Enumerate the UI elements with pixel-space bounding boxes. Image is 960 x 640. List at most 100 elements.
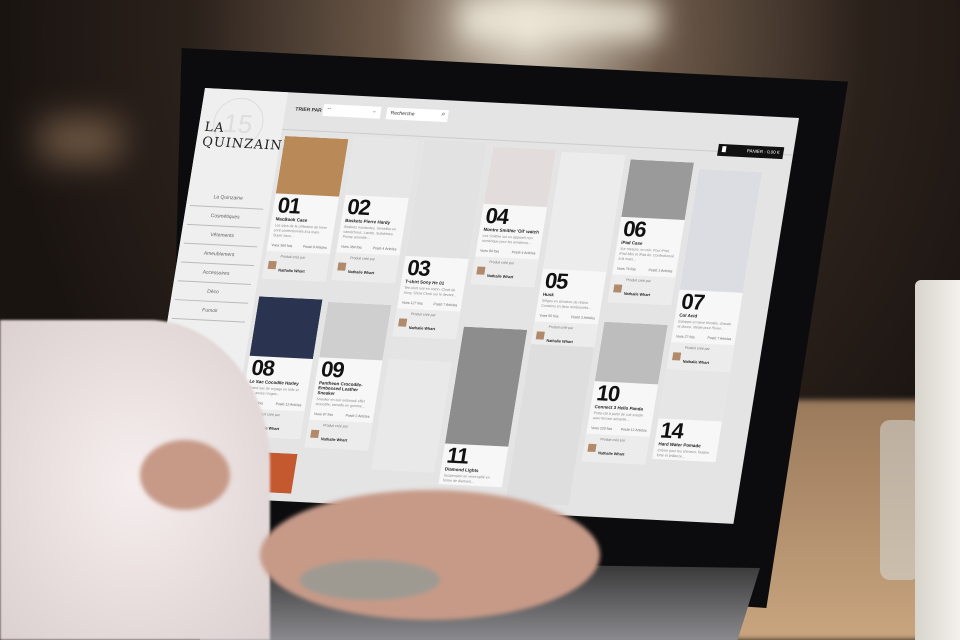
author-name[interactable]: Nathalie Whart (408, 326, 435, 331)
article-count: Posté 7 Articles (707, 335, 732, 342)
author-name[interactable]: Nathalie Whart (682, 360, 709, 365)
product-image[interactable] (405, 139, 488, 260)
author-name[interactable]: Nathalie Whart (321, 437, 348, 442)
cart-label: PANIER - 0,00 € (746, 148, 780, 155)
product-number: 10 (594, 380, 622, 407)
avatar (310, 429, 320, 439)
product-number: 11 (445, 442, 471, 469)
view-count: Vues 76 fois (616, 266, 637, 272)
sort-label: TRIER PAR : (294, 106, 326, 114)
view-count: Vues 27 fois (675, 334, 696, 340)
avatar (337, 262, 347, 271)
avatar (398, 318, 408, 327)
cart-button[interactable]: PANIER - 0,00 € (717, 143, 785, 160)
coffee-cup (915, 280, 960, 640)
product-number: 03 (405, 255, 432, 281)
author-row: Produit créé par Nathalie Whart (607, 274, 676, 306)
search-input[interactable]: Recherche ⌕ (385, 107, 449, 123)
sort-select[interactable]: -- ⌄ (322, 104, 382, 119)
product-image[interactable] (658, 368, 730, 422)
author-row: Produit créé par Nathalie Whart (331, 252, 400, 284)
product-description: Suspension en verre taillé en forme de d… (442, 473, 491, 484)
avatar (613, 284, 623, 293)
product-image[interactable] (249, 296, 323, 359)
view-count: Vues 384 fois (340, 244, 363, 250)
view-count: Vues 84 fois (479, 248, 500, 254)
created-by-label: Produit créé par (349, 256, 376, 262)
background-light (40, 120, 120, 160)
author-name[interactable]: Nathalie Whart (487, 274, 514, 279)
author-row: Produit créé par Nathalie Whart (581, 433, 650, 465)
product-number: 04 (483, 203, 511, 229)
product-number: 08 (249, 354, 276, 381)
product-image[interactable] (345, 137, 419, 199)
avatar (267, 260, 277, 270)
avatar (535, 331, 545, 340)
search-icon[interactable]: ⌕ (441, 111, 446, 119)
author-row: Produit créé par Nathalie Whart (304, 419, 373, 451)
product-description: Crème pour les cheveux, fixation forte e… (656, 448, 710, 459)
created-by-label: Produit créé par (488, 260, 515, 266)
sort-value: -- (326, 106, 332, 113)
bag-icon (721, 146, 727, 153)
product-image[interactable] (444, 326, 528, 447)
avatar (587, 443, 597, 453)
product-number: 14 (658, 417, 686, 444)
product-image[interactable] (543, 151, 626, 272)
hand (260, 490, 600, 620)
article-count: Posté 12 Articles (620, 427, 647, 433)
sidebar-item[interactable]: Fumoir (171, 300, 248, 323)
view-count: Vues 67 fois (313, 411, 334, 417)
product-number: 01 (275, 192, 303, 219)
product-card[interactable]: 14 Hard Water Pomade Crème pour les chev… (652, 368, 730, 463)
created-by-label: Produit créé par (280, 254, 306, 260)
sidebar-nav: La Quinzaine Cosmétiques Vêtements Ameublem… (171, 187, 267, 323)
product-image[interactable] (483, 146, 557, 208)
hand (140, 440, 230, 510)
article-count: Posté 4 Articles (511, 250, 536, 256)
created-by-label: Produit créé par (548, 324, 574, 331)
bracelet (300, 560, 440, 600)
product-number: 07 (679, 288, 706, 315)
view-count: Vues 127 fois (401, 300, 424, 306)
article-count: Posté 3 Articles (570, 315, 596, 321)
search-placeholder: Recherche (390, 110, 415, 118)
author-name[interactable]: Nathalie Whart (546, 339, 573, 344)
article-count: Posté 7 Articles (433, 302, 458, 308)
product-number: 05 (543, 267, 570, 294)
glass-jar (880, 420, 920, 580)
avatar (476, 266, 486, 275)
product-image[interactable] (594, 321, 668, 385)
product-image[interactable] (679, 168, 763, 293)
author-name[interactable]: Nathalie Whart (598, 451, 625, 456)
avatar (672, 352, 682, 361)
article-count: Posté 12 Articles (275, 401, 302, 408)
author-row: Produit créé par Nathalie Whart (470, 256, 539, 288)
view-count: Vues 92 fois (539, 313, 559, 319)
product-card[interactable] (370, 358, 453, 473)
author-name[interactable]: Nathalie Whart (278, 268, 305, 273)
product-image[interactable] (370, 358, 453, 473)
product-image[interactable] (275, 135, 349, 197)
article-count: Posté 4 Articles (372, 246, 397, 252)
article-count: Posté 8 Articles (302, 244, 328, 250)
product-number: 09 (319, 356, 346, 383)
created-by-label: Produit créé par (322, 423, 349, 429)
product-image[interactable] (319, 301, 392, 361)
article-count: Posté 2 Articles (345, 413, 370, 419)
chevron-down-icon: ⌄ (371, 108, 378, 115)
author-name[interactable]: Nathalie Whart (348, 270, 375, 275)
created-by-label: Produit créé par (684, 345, 710, 352)
product-number: 06 (621, 216, 648, 242)
article-count: Posté 3 Articles (648, 268, 673, 274)
view-count: Vues 229 fois (590, 425, 613, 431)
created-by-label: Produit créé par (410, 312, 436, 318)
created-by-label: Produit créé par (600, 437, 626, 443)
product-image[interactable] (621, 159, 694, 221)
view-count: Vues 384 fois (271, 243, 293, 249)
author-row: Produit créé par Nathalie Whart (392, 308, 461, 340)
created-by-label: Produit créé par (625, 277, 652, 284)
product-number: 02 (345, 194, 372, 220)
author-name[interactable]: Nathalie Whart (624, 292, 651, 297)
background-light (460, 0, 660, 40)
